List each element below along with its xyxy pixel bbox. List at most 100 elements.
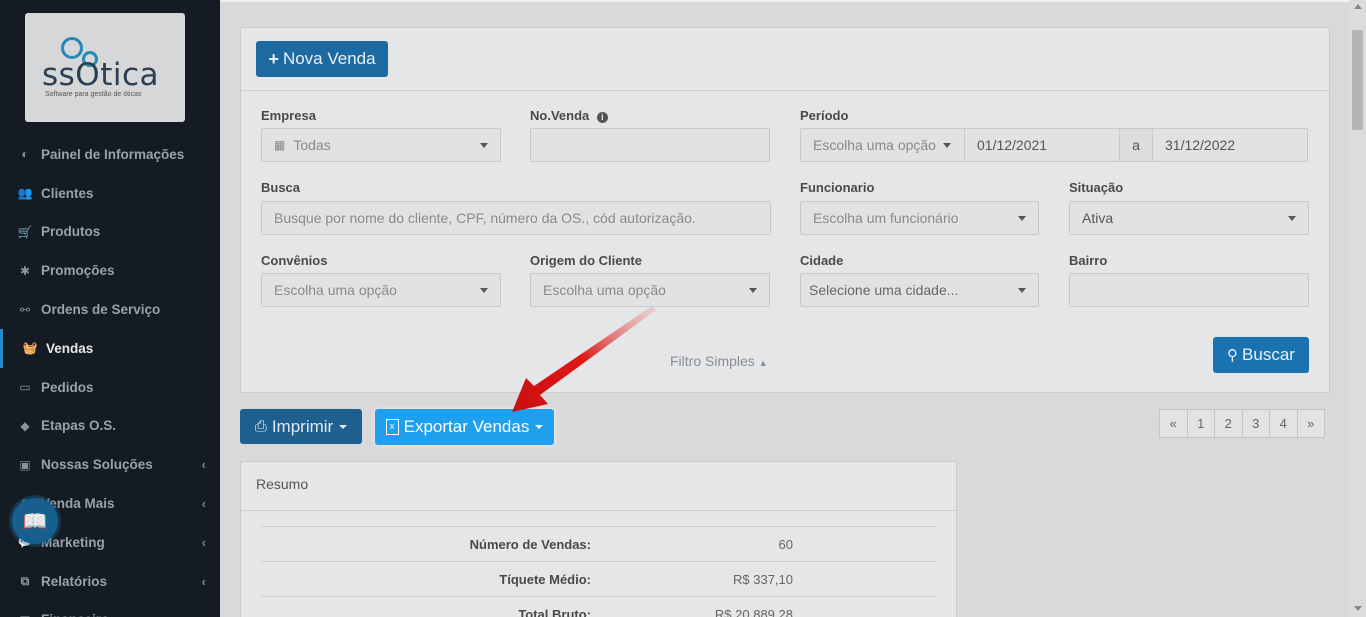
cidade-select[interactable]: Selecione uma cidade...: [800, 273, 1039, 307]
basket-icon: 🧺: [22, 341, 38, 356]
sidebar-item-label: Painel de Informações: [41, 146, 185, 162]
sidebar-nav: ◐ Painel de Informações 👥 Clientes 🛒 Produtos…: [0, 135, 220, 617]
summary-title: Resumo: [256, 476, 309, 492]
filter-panel: + Nova Venda Empresa ▦ Todas No.Venda i …: [240, 27, 1330, 393]
pagination-page[interactable]: 4: [1269, 409, 1298, 438]
convenios-select[interactable]: Escolha uma opção: [261, 273, 501, 307]
page-scrollbar[interactable]: [1349, 0, 1366, 617]
pagination-page[interactable]: 2: [1214, 409, 1243, 438]
periodo-to-input[interactable]: 31/12/2022: [1152, 128, 1308, 162]
simple-filter-link[interactable]: Filtro Simples ▲: [670, 353, 768, 369]
summary-row-value: R$ 337,10: [733, 572, 793, 587]
summary-row-label: Número de Vendas:: [469, 537, 591, 552]
chevron-down-icon: [535, 425, 544, 429]
periodo-option-value: Escolha uma opção: [813, 137, 936, 153]
sidebar-item-relat-rios[interactable]: ⧉ Relatórios ‹: [0, 562, 220, 601]
sidebar-item-label: Pedidos: [41, 379, 94, 395]
summary-divider: [241, 510, 956, 511]
sidebar-item-clientes[interactable]: 👥 Clientes: [0, 174, 220, 213]
scroll-thumb[interactable]: [1352, 30, 1363, 130]
pagination-prev[interactable]: «: [1159, 409, 1188, 438]
sidebar-item-ordens-de-servi-o[interactable]: ⚯ Ordens de Serviço: [0, 290, 220, 329]
bairro-input[interactable]: [1069, 273, 1309, 307]
summary-row-value: 60: [778, 537, 793, 552]
building-icon: ▦: [274, 138, 286, 152]
pagination-page[interactable]: 3: [1241, 409, 1270, 438]
summary-row: Total Bruto: R$ 20.889,28: [261, 596, 937, 617]
briefcase-icon: ▣: [19, 457, 31, 472]
busca-input[interactable]: Busque por nome do cliente, CPF, número …: [261, 201, 771, 235]
pagination: «1 2 3 4»: [1159, 409, 1325, 438]
help-book-icon[interactable]: 📖: [12, 498, 58, 544]
chevron-down-icon: [1018, 288, 1026, 293]
sidebar-item-label: Ordens de Serviço: [41, 302, 161, 318]
empresa-select[interactable]: ▦ Todas: [261, 128, 501, 162]
print-button[interactable]: ⎙ Imprimir: [240, 409, 362, 444]
scroll-down-icon[interactable]: [1354, 606, 1362, 611]
search-icon: ⚲: [1227, 347, 1239, 364]
simple-filter-label: Filtro Simples: [670, 353, 755, 369]
periodo-from-value: 01/12/2021: [977, 137, 1048, 153]
empresa-label: Empresa: [261, 108, 316, 123]
chevron-left-icon: ‹: [201, 534, 206, 550]
cidade-label: Cidade: [800, 253, 844, 268]
sidebar-item-pedidos[interactable]: ▭ Pedidos: [0, 368, 220, 407]
bairro-label: Bairro: [1069, 253, 1108, 268]
pagination-page[interactable]: 1: [1186, 409, 1215, 438]
chevron-down-icon: [749, 288, 757, 293]
funcionario-label: Funcionario: [800, 180, 875, 195]
glasses-icon: ⚯: [19, 302, 31, 317]
sidebar-item-label: Etapas O.S.: [41, 418, 117, 434]
chevron-down-icon: [943, 143, 951, 148]
sidebar-item-label: Clientes: [41, 185, 94, 201]
sidebar-item-painel-de-informa-es[interactable]: ◐ Painel de Informações: [0, 135, 220, 174]
pagination-next[interactable]: »: [1296, 409, 1325, 438]
periodo-label: Período: [800, 108, 849, 123]
sidebar-item-label: Produtos: [41, 224, 101, 240]
sidebar-item-produtos[interactable]: 🛒 Produtos: [0, 213, 220, 252]
sidebar-item-financeiro[interactable]: ▤ Financeiro ‹: [0, 601, 220, 617]
logo-text: ssOtica: [42, 57, 160, 93]
situacao-select[interactable]: Ativa: [1069, 201, 1309, 235]
periodo-option-select[interactable]: Escolha uma opção: [800, 128, 965, 162]
summary-row-label: Tíquete Médio:: [499, 572, 591, 587]
cart-icon: 🛒: [17, 224, 33, 239]
search-button-label: Buscar: [1242, 345, 1295, 364]
dashboard-icon: ◐: [21, 147, 29, 162]
sidebar-item-vendas[interactable]: 🧺 Vendas: [0, 328, 220, 368]
chevron-left-icon: ‹: [201, 573, 206, 589]
sidebar-item-nossas-solu-es[interactable]: ▣ Nossas Soluções ‹: [0, 445, 220, 484]
busca-label: Busca: [261, 180, 301, 195]
chevron-down-icon: [339, 424, 348, 429]
periodo-separator: a: [1119, 128, 1153, 162]
funcionario-select[interactable]: Escolha um funcionário: [800, 201, 1039, 235]
asterisk-icon: ✱: [19, 263, 31, 278]
tag-icon: ◆: [20, 418, 30, 433]
top-border: [220, 0, 1366, 2]
no-venda-input[interactable]: [530, 128, 770, 162]
chevron-down-icon: [480, 288, 488, 293]
periodo-to-value: 31/12/2022: [1165, 137, 1236, 153]
new-sale-button[interactable]: + Nova Venda: [256, 41, 388, 77]
new-sale-label: Nova Venda: [282, 49, 376, 68]
sidebar: ssOtica Software para gestão de óticas ◐…: [0, 0, 220, 617]
money-icon: ▤: [16, 613, 34, 617]
sidebar-item-label: Financeiro: [41, 612, 109, 617]
export-sales-label: Exportar Vendas: [403, 417, 530, 436]
no-venda-label-text: No.Venda: [530, 108, 590, 123]
periodo-from-input[interactable]: 01/12/2021: [964, 128, 1120, 162]
panel-divider: [241, 90, 1329, 91]
chevron-left-icon: ‹: [202, 612, 206, 617]
sidebar-item-etapas-o-s-[interactable]: ◆ Etapas O.S.: [0, 407, 220, 446]
printer-icon: ⎙: [254, 418, 267, 435]
summary-row-value: R$ 20.889,28: [714, 607, 793, 617]
info-icon[interactable]: i: [596, 112, 608, 123]
sidebar-item-label: Nossas Soluções: [41, 457, 153, 473]
convenios-label: Convênios: [261, 253, 328, 268]
search-button[interactable]: ⚲ Buscar: [1213, 337, 1309, 373]
annotation-arrow-icon: [512, 306, 656, 412]
sidebar-item-label: Promoções: [41, 263, 115, 279]
logo[interactable]: ssOtica Software para gestão de óticas: [25, 13, 185, 122]
scroll-up-icon[interactable]: [1354, 4, 1362, 9]
sidebar-item-promo-es[interactable]: ✱ Promoções: [0, 251, 220, 290]
